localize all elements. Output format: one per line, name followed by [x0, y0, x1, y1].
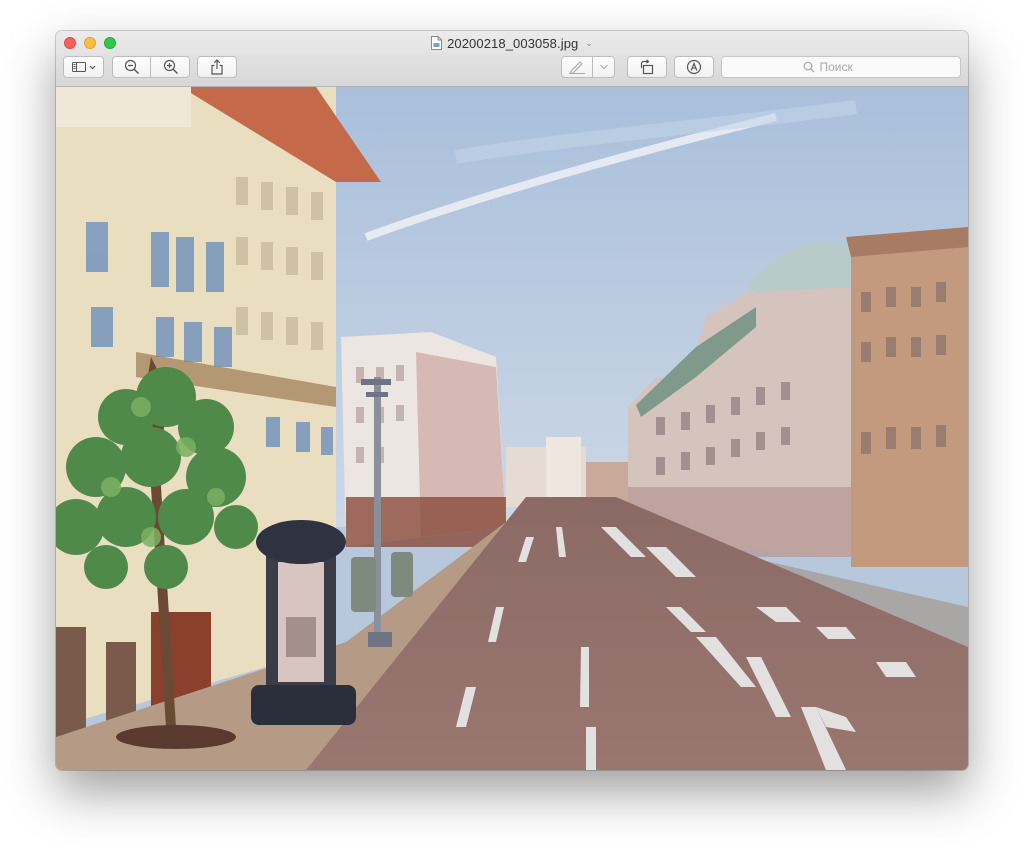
- pen-icon: [568, 61, 585, 74]
- sidebar-icon: [71, 62, 95, 72]
- image-file-icon: [431, 36, 443, 50]
- chevron-down-icon: [600, 64, 608, 70]
- sidebar-toggle-button[interactable]: [63, 56, 104, 78]
- markup-toolbar-button[interactable]: [674, 56, 714, 78]
- preview-window: 20200218_003058.jpg ⌄: [56, 31, 968, 770]
- title-chevron-down-icon[interactable]: ⌄: [585, 38, 593, 49]
- image-canvas[interactable]: [56, 87, 968, 770]
- street-painting-image: [56, 87, 968, 770]
- window-title-area[interactable]: 20200218_003058.jpg ⌄: [56, 34, 968, 52]
- search-icon: [803, 61, 814, 73]
- pen-options-button[interactable]: [593, 56, 615, 78]
- window-title: 20200218_003058.jpg: [447, 35, 579, 51]
- zoom-out-button[interactable]: [112, 56, 151, 78]
- titlebar[interactable]: 20200218_003058.jpg ⌄: [56, 31, 968, 87]
- share-button[interactable]: [197, 56, 237, 78]
- markup-icon: [686, 59, 702, 75]
- rotate-left-icon: [640, 59, 654, 75]
- zoom-out-icon: [124, 59, 139, 74]
- search-input[interactable]: [819, 60, 880, 74]
- zoom-in-button[interactable]: [151, 56, 190, 78]
- zoom-in-icon: [163, 59, 178, 74]
- rotate-button[interactable]: [627, 56, 667, 78]
- share-icon: [211, 59, 223, 75]
- search-field[interactable]: [721, 56, 961, 78]
- pen-button[interactable]: [561, 56, 592, 78]
